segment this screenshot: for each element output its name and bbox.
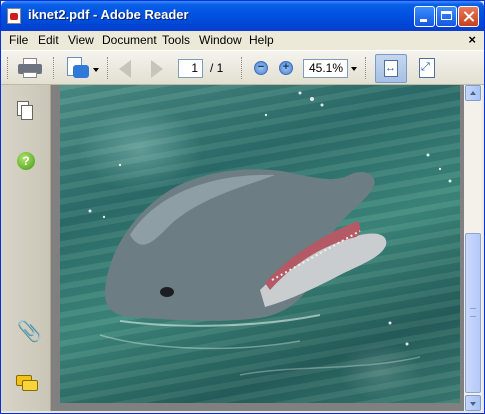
menu-help[interactable]: Help (249, 33, 274, 47)
zoom-dropdown-chevron-icon[interactable] (351, 67, 357, 71)
previous-page-icon[interactable] (119, 60, 131, 78)
pdf-file-icon[interactable] (7, 8, 21, 24)
comments-icon[interactable] (16, 375, 38, 391)
menu-document[interactable]: Document (102, 33, 157, 47)
chevron-down-icon[interactable] (93, 68, 99, 72)
help-icon[interactable]: ? (17, 152, 35, 170)
toolbar-grip[interactable] (53, 57, 57, 79)
scrollbar-thumb[interactable] (465, 233, 481, 393)
page-number-input[interactable]: 1 (178, 59, 203, 78)
zoom-level-input[interactable]: 45.1% (303, 59, 348, 78)
vertical-scrollbar[interactable] (464, 85, 482, 411)
fit-width-icon[interactable] (375, 54, 407, 83)
zoom-out-button[interactable]: − (254, 61, 268, 75)
email-share-icon[interactable] (65, 57, 89, 79)
adobe-reader-window: iknet2.pdf - Adobe Reader File Edit View… (0, 0, 485, 414)
pdf-page (60, 85, 460, 403)
menu-bar: File Edit View Document Tools Window Hel… (1, 31, 484, 50)
toolbar-grip[interactable] (365, 57, 369, 79)
close-document-button[interactable]: × (468, 32, 476, 47)
menu-window[interactable]: Window (199, 33, 242, 47)
navigation-pane: ? 📎 (1, 85, 51, 411)
menu-file[interactable]: File (9, 33, 28, 47)
menu-view[interactable]: View (68, 33, 94, 47)
toolbar-grip[interactable] (241, 57, 245, 79)
print-icon[interactable] (18, 58, 42, 78)
zoom-in-button[interactable]: + (279, 61, 293, 75)
next-page-icon[interactable] (151, 60, 163, 78)
toolbar-grip[interactable] (7, 57, 11, 79)
minimize-button[interactable] (414, 6, 435, 27)
title-bar[interactable]: iknet2.pdf - Adobe Reader (1, 1, 484, 31)
toolbar: 1 / 1 − + 45.1% (1, 50, 484, 85)
close-button[interactable] (458, 6, 479, 27)
dolphin-photo (88, 91, 452, 376)
window-title: iknet2.pdf - Adobe Reader (28, 7, 189, 22)
fit-page-icon[interactable] (419, 58, 435, 78)
scroll-up-icon[interactable] (465, 85, 481, 101)
toolbar-grip[interactable] (107, 57, 111, 79)
paperclip-icon[interactable]: 📎 (17, 322, 42, 344)
maximize-button[interactable] (436, 6, 457, 27)
document-view[interactable] (51, 85, 464, 411)
menu-edit[interactable]: Edit (38, 33, 59, 47)
pages-icon[interactable] (17, 101, 33, 121)
menu-tools[interactable]: Tools (162, 33, 190, 47)
page-total-label: / 1 (210, 61, 224, 75)
scroll-down-icon[interactable] (465, 395, 481, 411)
